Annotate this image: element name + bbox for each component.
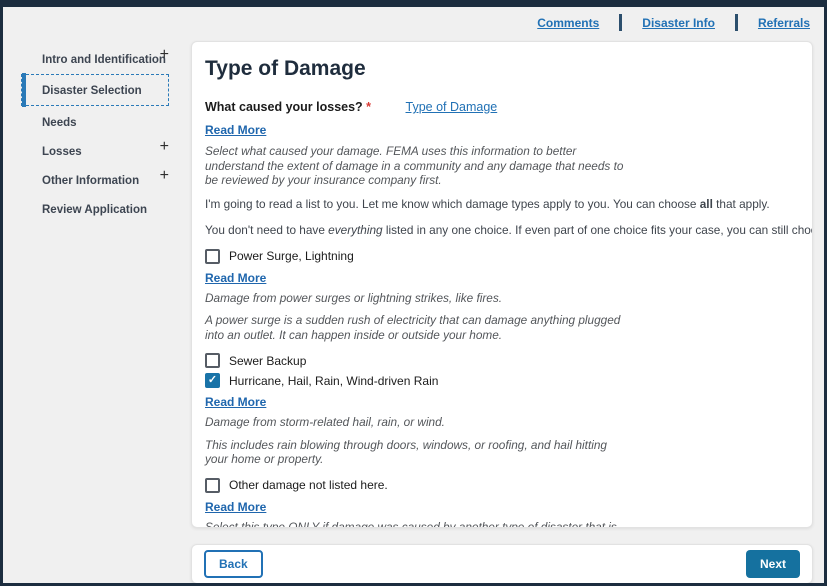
damage-option-sewer-backup: ✓ Sewer Backup <box>205 353 799 368</box>
referrals-link[interactable]: Referrals <box>758 16 810 30</box>
sidebar-item-losses[interactable]: Losses + <box>19 137 171 165</box>
checkbox-row-other[interactable]: ✓ Other damage not listed here. <box>205 478 799 493</box>
app-window: Comments Disaster Info Referrals Intro a… <box>0 0 827 586</box>
option-label: Hurricane, Hail, Rain, Wind-driven Rain <box>229 374 438 388</box>
question-description: Select what caused your damage. FEMA use… <box>205 144 799 188</box>
sidebar-item-label: Review Application <box>42 204 147 216</box>
sidebar-item-label: Intro and Identification <box>42 54 166 66</box>
option-description: A power surge is a sudden rush of electr… <box>205 313 799 342</box>
damage-option-hurricane: ✓ Hurricane, Hail, Rain, Wind-driven Rai… <box>205 373 799 467</box>
separator <box>735 14 738 31</box>
option-label: Power Surge, Lightning <box>229 249 354 263</box>
checkbox-power-surge[interactable]: ✓ <box>205 249 220 264</box>
plus-icon[interactable]: + <box>160 168 169 184</box>
page-title: Type of Damage <box>205 57 799 81</box>
sidebar-item-label: Disaster Selection <box>42 85 142 97</box>
question-label: What caused your losses? * <box>205 100 371 114</box>
disaster-info-link[interactable]: Disaster Info <box>642 16 715 30</box>
sidebar: Intro and Identification + Disaster Sele… <box>19 45 171 224</box>
option-description: This includes rain blowing through doors… <box>205 438 799 467</box>
checkbox-other[interactable]: ✓ <box>205 478 220 493</box>
back-button[interactable]: Back <box>204 550 263 578</box>
read-more-link[interactable]: Read More <box>205 123 266 137</box>
read-more-link[interactable]: Read More <box>205 395 266 409</box>
instruction-text-1: I'm going to read a list to you. Let me … <box>205 197 799 211</box>
check-icon: ✓ <box>208 375 217 386</box>
comments-link[interactable]: Comments <box>537 16 599 30</box>
sidebar-item-intro-and-identification[interactable]: Intro and Identification + <box>19 45 171 73</box>
option-description: Select this type ONLY if damage was caus… <box>205 520 799 529</box>
instruction-text-2: You don't need to have everything listed… <box>205 223 799 237</box>
sidebar-item-review-application[interactable]: Review Application <box>19 195 171 223</box>
footer-bar: Back Next <box>191 544 813 584</box>
active-indicator <box>22 73 26 107</box>
checkbox-row-hurricane[interactable]: ✓ Hurricane, Hail, Rain, Wind-driven Rai… <box>205 373 799 388</box>
sidebar-item-needs[interactable]: Needs <box>19 108 171 136</box>
sidebar-item-disaster-selection[interactable]: Disaster Selection <box>21 74 169 106</box>
question-row: What caused your losses? * Type of Damag… <box>205 98 799 116</box>
damage-option-power-surge: ✓ Power Surge, Lightning Read More Damag… <box>205 249 799 343</box>
option-label: Other damage not listed here. <box>229 478 388 492</box>
window-top-border <box>3 3 824 7</box>
checkbox-hurricane[interactable]: ✓ <box>205 373 220 388</box>
checkbox-sewer-backup[interactable]: ✓ <box>205 353 220 368</box>
type-of-damage-link[interactable]: Type of Damage <box>406 100 498 114</box>
checkbox-row-sewer-backup[interactable]: ✓ Sewer Backup <box>205 353 799 368</box>
damage-option-other: ✓ Other damage not listed here. Read Mor… <box>205 478 799 529</box>
required-asterisk: * <box>366 100 371 114</box>
option-description: Damage from storm-related hail, rain, or… <box>205 415 799 430</box>
next-button[interactable]: Next <box>746 550 800 578</box>
separator <box>619 14 622 31</box>
sidebar-item-label: Needs <box>42 117 77 129</box>
read-more-link[interactable]: Read More <box>205 500 266 514</box>
header-nav: Comments Disaster Info Referrals <box>537 14 810 31</box>
option-label: Sewer Backup <box>229 354 306 368</box>
sidebar-item-label: Losses <box>42 146 82 158</box>
option-description: Damage from power surges or lightning st… <box>205 291 799 306</box>
main-content-card: Type of Damage What caused your losses? … <box>191 41 813 528</box>
sidebar-item-other-information[interactable]: Other Information + <box>19 166 171 194</box>
plus-icon[interactable]: + <box>160 47 169 63</box>
read-more-link[interactable]: Read More <box>205 271 266 285</box>
sidebar-item-label: Other Information <box>42 175 139 187</box>
plus-icon[interactable]: + <box>160 139 169 155</box>
checkbox-row-power-surge[interactable]: ✓ Power Surge, Lightning <box>205 249 799 264</box>
